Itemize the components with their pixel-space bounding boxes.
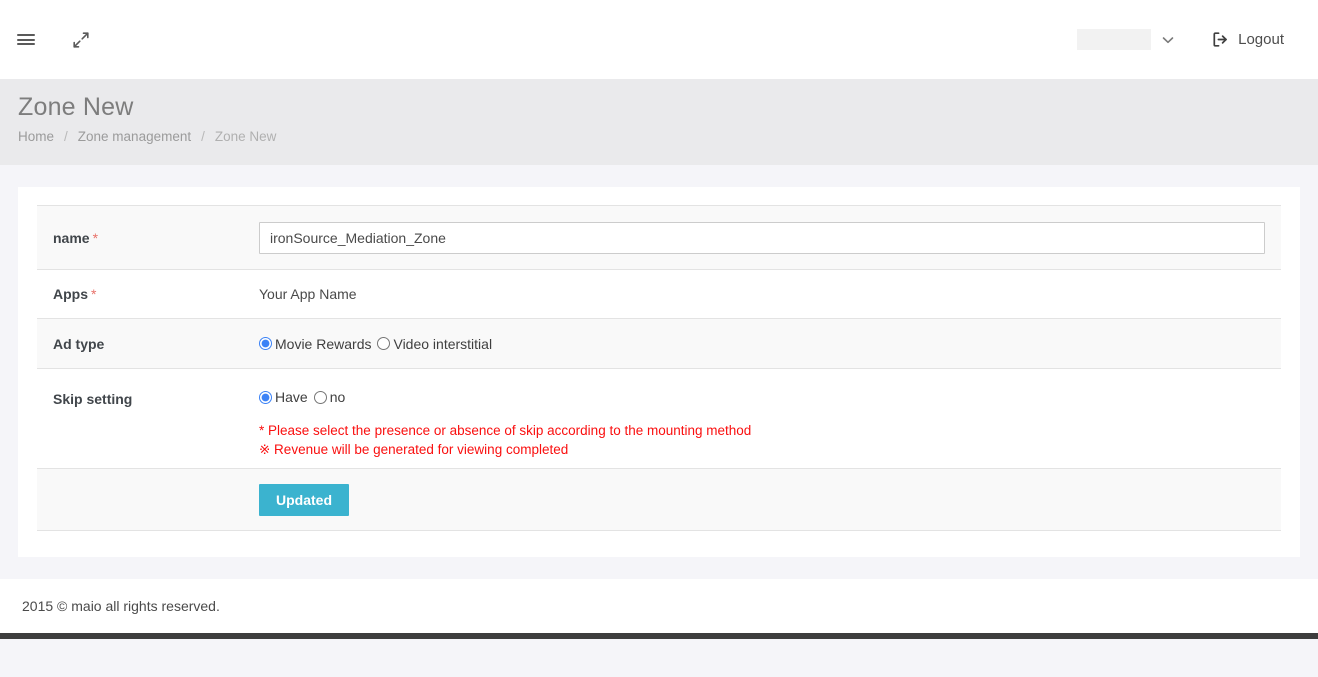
- hamburger-bar: [17, 43, 35, 45]
- bottom-bar: [0, 633, 1318, 639]
- page-header-band: Zone New Home / Zone management / Zone N…: [0, 79, 1318, 165]
- zone-name-input[interactable]: [259, 221, 1265, 254]
- breadcrumb-separator: /: [64, 129, 68, 144]
- navbar-left-group: [0, 10, 104, 70]
- required-asterisk: *: [91, 286, 97, 302]
- hamburger-bar: [17, 34, 35, 36]
- navbar-right-group: Logout: [1077, 29, 1284, 50]
- form-label-submit-spacer: [37, 469, 259, 531]
- form-field-name: [259, 206, 1281, 270]
- logout-label: Logout: [1238, 31, 1284, 48]
- radio-label-movie-rewards: Movie Rewards: [275, 335, 372, 352]
- form-label-skip-setting: Skip setting: [37, 369, 259, 469]
- form-row-skip-setting: Skip setting Have no * Please select the…: [37, 368, 1281, 469]
- form-row-name: name *: [37, 205, 1281, 270]
- radio-input-video-interstitial[interactable]: [377, 337, 391, 350]
- user-account-dropdown[interactable]: [1077, 29, 1174, 50]
- radio-skip-have[interactable]: Have: [259, 389, 308, 405]
- form-field-submit: Updated: [259, 469, 1281, 531]
- skip-note-secondary: ※ Revenue will be generated for viewing …: [259, 442, 569, 457]
- user-account-name: [1077, 29, 1152, 50]
- required-asterisk: *: [92, 229, 99, 246]
- top-navbar: Logout: [0, 0, 1318, 79]
- form-field-skip-setting: Have no * Please select the presence or …: [259, 369, 1281, 469]
- form-label-name: name *: [37, 206, 259, 270]
- skip-note-primary: * Please select the presence or absence …: [259, 423, 752, 438]
- radio-label-video-interstitial: Video interstitial: [393, 335, 493, 352]
- form-field-apps: Your App Name: [259, 270, 1281, 319]
- updated-button[interactable]: Updated: [259, 483, 349, 516]
- logout-icon: [1212, 31, 1229, 48]
- apps-value: Your App Name: [259, 286, 357, 302]
- form-label-apps-text: Apps: [53, 286, 88, 302]
- skip-setting-notes: * Please select the presence or absence …: [259, 421, 1265, 459]
- form-label-name-text: name: [53, 229, 90, 246]
- form-row-apps: Apps * Your App Name: [37, 269, 1281, 319]
- hamburger-icon[interactable]: [0, 10, 52, 70]
- form-label-ad-type-text: Ad type: [53, 335, 105, 352]
- radio-label-skip-no: no: [329, 389, 346, 405]
- ad-type-radio-group: Movie Rewards Video interstitial: [259, 336, 1265, 352]
- radio-input-skip-no[interactable]: [313, 390, 327, 404]
- breadcrumb: Home / Zone management / Zone New: [18, 129, 1318, 144]
- chevron-down-glyph: [1162, 36, 1174, 43]
- logout-button[interactable]: Logout: [1212, 31, 1284, 48]
- logout-glyph: [1213, 32, 1227, 47]
- hamburger-bar: [17, 38, 35, 41]
- chevron-down-icon: [1162, 36, 1174, 44]
- breadcrumb-item-current: Zone New: [214, 129, 277, 144]
- radio-skip-no[interactable]: no: [313, 389, 346, 405]
- skip-setting-container: Have no * Please select the presence or …: [259, 385, 1265, 459]
- radio-label-skip-have: Have: [275, 389, 308, 405]
- radio-input-movie-rewards[interactable]: [259, 337, 272, 350]
- footer-copyright: 2015 © maio all rights reserved.: [22, 598, 220, 614]
- radio-input-skip-have[interactable]: [259, 390, 272, 404]
- page-title: Zone New: [18, 93, 134, 121]
- expand-arrows-icon[interactable]: [58, 10, 104, 70]
- skip-setting-radio-group: Have no: [259, 389, 1265, 405]
- expand-arrows-glyph: [73, 31, 89, 48]
- form-label-ad-type: Ad type: [37, 319, 259, 369]
- form-label-skip-setting-text: Skip setting: [53, 391, 133, 407]
- zone-form-table: name* Apps* Your App Name: [37, 205, 1281, 531]
- page-footer: 2015 © maio all rights reserved.: [0, 579, 1318, 633]
- breadcrumb-separator: /: [201, 129, 205, 144]
- radio-ad-type-video-interstitial[interactable]: Video interstitial: [377, 336, 492, 352]
- breadcrumb-item-home[interactable]: Home: [18, 129, 54, 144]
- zone-form-panel: name* Apps* Your App Name: [18, 187, 1300, 557]
- content-wrapper: name* Apps* Your App Name: [0, 165, 1318, 557]
- radio-ad-type-movie-rewards[interactable]: Movie Rewards: [259, 336, 371, 352]
- form-field-ad-type: Movie Rewards Video interstitial: [259, 319, 1281, 369]
- breadcrumb-item-zone-management[interactable]: Zone management: [78, 129, 191, 144]
- form-row-submit: Updated: [37, 468, 1281, 531]
- form-label-apps: Apps *: [37, 270, 259, 319]
- form-row-ad-type: Ad type Movie Rewards Video interstitial: [37, 318, 1281, 369]
